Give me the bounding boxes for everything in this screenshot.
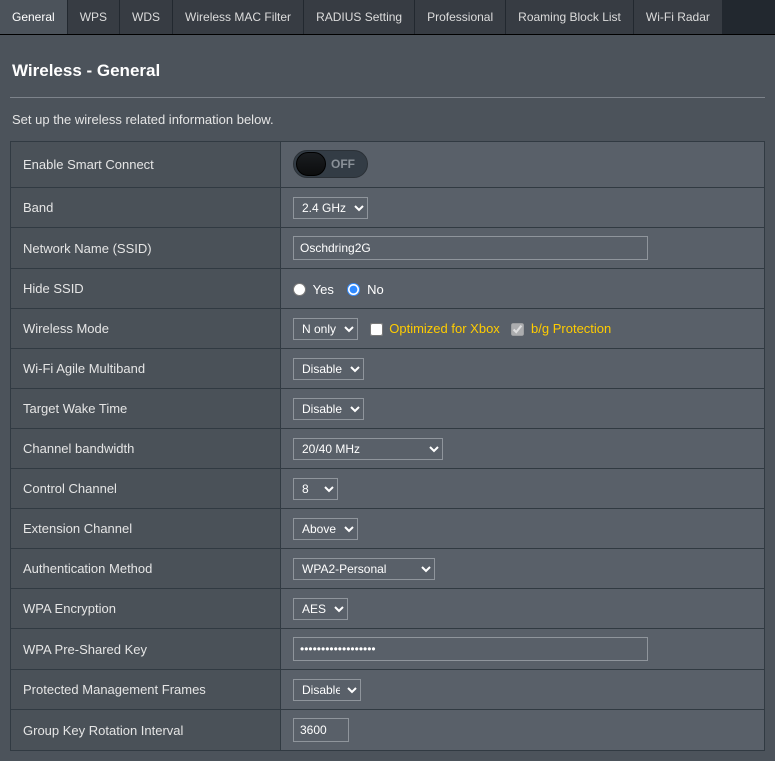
- input-ssid[interactable]: [293, 236, 648, 260]
- label-bandwidth: Channel bandwidth: [11, 429, 281, 469]
- tab-mac-filter[interactable]: Wireless MAC Filter: [173, 0, 303, 34]
- label-hide-yes: Yes: [313, 282, 334, 297]
- tab-roaming-block[interactable]: Roaming Block List: [506, 0, 633, 34]
- select-wpa-enc[interactable]: AES: [293, 598, 348, 620]
- radio-hide-yes[interactable]: [293, 283, 306, 296]
- page-content: Wireless - General Set up the wireless r…: [0, 35, 775, 761]
- label-hide-no: No: [367, 282, 384, 297]
- tab-general[interactable]: General: [0, 0, 67, 34]
- label-smart-connect: Enable Smart Connect: [11, 142, 281, 188]
- tab-professional[interactable]: Professional: [415, 0, 505, 34]
- toggle-knob: [296, 152, 326, 176]
- select-auth[interactable]: WPA2-Personal: [293, 558, 435, 580]
- select-twt[interactable]: Disable: [293, 398, 364, 420]
- settings-table: Enable Smart Connect OFF Band 2.4 GHz Ne…: [10, 141, 765, 751]
- select-control-channel[interactable]: 8: [293, 478, 338, 500]
- label-wireless-mode: Wireless Mode: [11, 309, 281, 349]
- label-auth: Authentication Method: [11, 549, 281, 589]
- tab-wds[interactable]: WDS: [120, 0, 172, 34]
- page-subtitle: Set up the wireless related information …: [10, 98, 765, 141]
- select-wireless-mode[interactable]: N only: [293, 318, 358, 340]
- toggle-smart-connect[interactable]: OFF: [293, 150, 368, 178]
- label-control-channel: Control Channel: [11, 469, 281, 509]
- select-band[interactable]: 2.4 GHz: [293, 197, 368, 219]
- label-ssid: Network Name (SSID): [11, 228, 281, 269]
- label-pmf: Protected Management Frames: [11, 670, 281, 710]
- checkbox-xbox[interactable]: [370, 323, 383, 336]
- label-hide-ssid: Hide SSID: [11, 269, 281, 309]
- label-psk: WPA Pre-Shared Key: [11, 629, 281, 670]
- label-agile: Wi-Fi Agile Multiband: [11, 349, 281, 389]
- label-wpa-enc: WPA Encryption: [11, 589, 281, 629]
- label-bg-protection: b/g Protection: [531, 321, 611, 336]
- checkbox-bg-protection: [511, 323, 524, 336]
- label-band: Band: [11, 188, 281, 228]
- select-ext-channel[interactable]: Above: [293, 518, 358, 540]
- input-psk[interactable]: [293, 637, 648, 661]
- label-twt: Target Wake Time: [11, 389, 281, 429]
- tab-radius[interactable]: RADIUS Setting: [304, 0, 414, 34]
- tab-wifi-radar[interactable]: Wi-Fi Radar: [634, 0, 722, 34]
- tab-bar: General WPS WDS Wireless MAC Filter RADI…: [0, 0, 775, 35]
- select-bandwidth[interactable]: 20/40 MHz: [293, 438, 443, 460]
- label-group-key: Group Key Rotation Interval: [11, 710, 281, 751]
- label-xbox: Optimized for Xbox: [389, 321, 500, 336]
- select-agile[interactable]: Disable: [293, 358, 364, 380]
- toggle-state: OFF: [331, 157, 355, 171]
- tab-wps[interactable]: WPS: [68, 0, 119, 34]
- input-group-key[interactable]: [293, 718, 349, 742]
- label-ext-channel: Extension Channel: [11, 509, 281, 549]
- select-pmf[interactable]: Disable: [293, 679, 361, 701]
- radio-hide-no[interactable]: [347, 283, 360, 296]
- page-title: Wireless - General: [10, 45, 765, 97]
